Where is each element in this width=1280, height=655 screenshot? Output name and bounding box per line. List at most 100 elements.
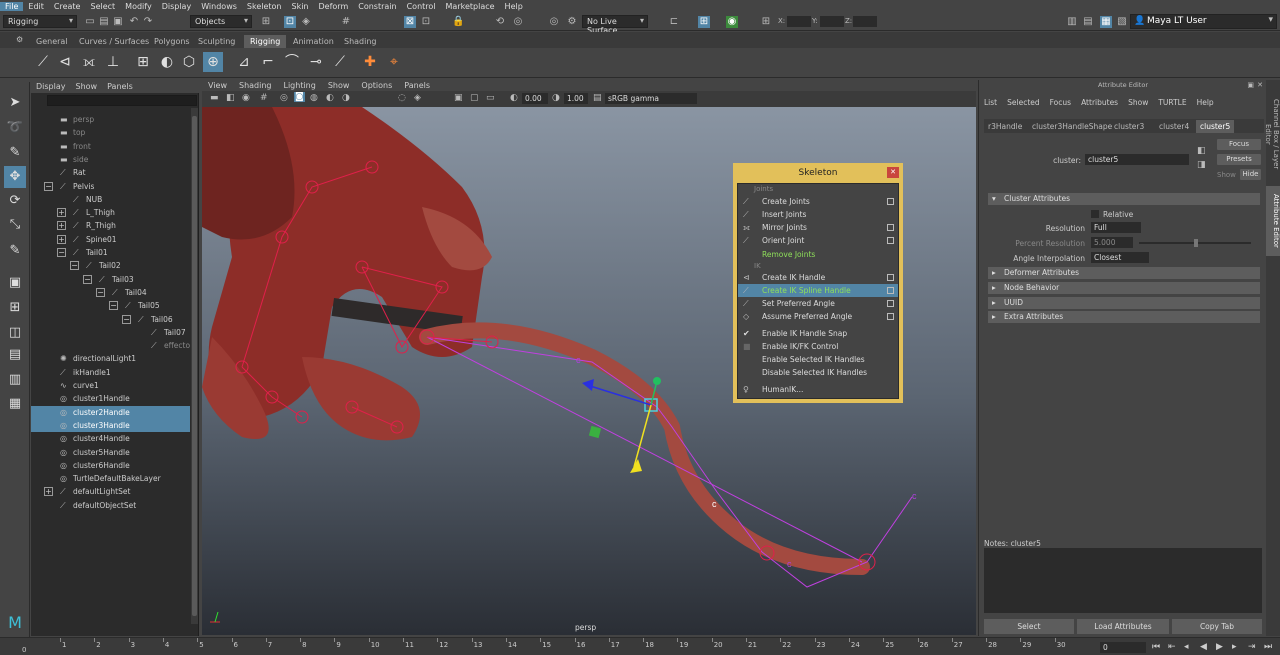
go-to-end-icon[interactable]: ⏭ (1264, 642, 1272, 652)
option-box-icon[interactable] (887, 274, 894, 281)
ik-spline-tool-icon[interactable]: ◐ (157, 52, 177, 72)
viewport-menu-view[interactable]: View (202, 80, 233, 91)
shelf-options-icon[interactable]: ⚙ (16, 35, 23, 44)
menu-help[interactable]: Help (500, 2, 528, 11)
lock-icon[interactable]: 🔒 (452, 16, 464, 28)
skeleton-menu-item-enable-ik-fk-control[interactable]: ■ Enable IK/FK Control (738, 340, 898, 353)
outliner-item-cluster3handle[interactable]: ◎ cluster3Handle (31, 418, 190, 432)
soft-select-icon[interactable]: ⊞ (698, 16, 710, 28)
menu-skeleton[interactable]: Skeleton (242, 2, 287, 11)
move-tool-icon[interactable]: ✥ (4, 166, 26, 188)
four-pane-layout-icon[interactable]: ⊞ (4, 297, 26, 319)
ipr-render-icon[interactable]: ◎ (548, 16, 560, 28)
wireframe-icon[interactable]: ◎ (280, 93, 288, 103)
menu-modify[interactable]: Modify (120, 2, 157, 11)
outliner-item-cluster4handle[interactable]: ◎ cluster4Handle (31, 432, 190, 445)
menu-display[interactable]: Display (157, 2, 197, 11)
option-box-icon[interactable] (887, 224, 894, 231)
outliner-item-curve1[interactable]: ∿ curve1 (31, 379, 190, 392)
menu-create[interactable]: Create (49, 2, 86, 11)
color-management-icon[interactable]: ▤ (593, 93, 602, 103)
menu-marketplace[interactable]: Marketplace (441, 2, 500, 11)
hide-button[interactable]: Hide (1240, 169, 1261, 180)
exposure-icon[interactable]: ◐ (510, 93, 518, 103)
ae-tab-cluster5[interactable]: cluster5 (1196, 120, 1235, 133)
focus-output-icon[interactable]: ◨ (1197, 160, 1206, 170)
tab-attribute-editor[interactable]: Attribute Editor (1266, 186, 1280, 256)
expand-icon[interactable]: + (57, 221, 66, 231)
ae-menu-help[interactable]: Help (1192, 97, 1219, 109)
orient-joint-tool-icon[interactable]: ⊥ (103, 52, 123, 72)
skeleton-menu-item-set-preferred-angle[interactable]: ⟋ Set Preferred Angle (738, 297, 898, 310)
ae-menu-turtle[interactable]: TURTLE (1153, 97, 1191, 109)
step-forward-key-icon[interactable]: ⇥ (1248, 642, 1256, 652)
menu-edit[interactable]: Edit (23, 2, 49, 11)
current-frame-field[interactable]: 0 (1100, 642, 1146, 653)
gamma-icon[interactable]: ◑ (552, 93, 560, 103)
scale-tool-icon[interactable]: ⤡ (4, 214, 26, 236)
outliner-item-tail02[interactable]: − ⟋ Tail02 (31, 259, 190, 272)
outliner-item-turtledefaultbakelayer[interactable]: ◎ TurtleDefaultBakeLayer (31, 472, 190, 485)
create-joints-tool-icon[interactable]: ⟋ (33, 52, 53, 72)
shelf-tab-sculpting[interactable]: Sculpting (192, 35, 241, 48)
notes-field[interactable] (984, 548, 1262, 613)
viewport-menu-lighting[interactable]: Lighting (277, 80, 321, 91)
ae-menu-show[interactable]: Show (1123, 97, 1153, 109)
outliner-item-tail03[interactable]: − ⟋ Tail03 (31, 273, 190, 286)
focus-input-icon[interactable]: ◧ (1197, 146, 1206, 156)
ae-menu-selected[interactable]: Selected (1002, 97, 1045, 109)
collapse-icon[interactable]: − (96, 287, 105, 297)
user-account-dropdown[interactable]: 👤 Maya LT User (1130, 14, 1277, 29)
outliner-menu-display[interactable]: Display (31, 80, 71, 93)
render-icon[interactable]: ◎ (512, 16, 524, 28)
step-forward-frame-icon[interactable]: ▸ (1232, 642, 1237, 652)
expand-icon[interactable]: + (57, 208, 66, 218)
history-icon[interactable]: ⟲ (494, 16, 506, 28)
menu-select[interactable]: Select (85, 2, 120, 11)
paint-skin-weights-icon[interactable]: ⊕ (203, 52, 223, 72)
collapse-icon[interactable]: − (70, 261, 79, 271)
sidebar-toggle-icon[interactable]: ▥ (1066, 16, 1078, 28)
transform-mode-icon[interactable]: ⊞ (760, 16, 772, 28)
shadows-icon[interactable]: ◑ (342, 93, 350, 103)
collapse-icon[interactable]: − (44, 181, 53, 191)
menu-windows[interactable]: Windows (196, 2, 242, 11)
ae-tab-cluster3handleshape[interactable]: cluster3HandleShape (1028, 120, 1116, 133)
undo-icon[interactable]: ↶ (128, 16, 140, 28)
option-box-icon[interactable] (887, 300, 894, 307)
tool-settings-icon[interactable]: ▧ (1116, 16, 1128, 28)
menu-set-dropdown[interactable]: Rigging (3, 15, 77, 28)
skeleton-menu-item-create-ik-handle[interactable]: ⊲ Create IK Handle (738, 271, 898, 284)
outliner-item-tail07[interactable]: ⟋ Tail07 (31, 326, 190, 339)
viewport-menu-shading[interactable]: Shading (233, 80, 278, 91)
copy-tab-button[interactable]: Copy Tab (1172, 619, 1262, 634)
lights-icon[interactable]: ◐ (326, 93, 334, 103)
camera-attributes-icon[interactable]: ◧ (226, 93, 235, 103)
select-object-mode-icon[interactable]: ⊡ (284, 16, 296, 28)
outliner-item-directionallight1[interactable]: ✺ directionalLight1 (31, 352, 190, 365)
outliner-menu-show[interactable]: Show (71, 80, 103, 93)
go-to-start-icon[interactable]: ⏮ (1152, 642, 1160, 652)
node-name-field[interactable]: cluster5 (1085, 154, 1189, 165)
select-tool-icon[interactable]: ➤ (4, 92, 26, 114)
skeleton-menu-item-disable-selected-ik-handles[interactable]: Disable Selected IK Handles (738, 366, 898, 379)
skeleton-menu-item-humanik[interactable]: ♀ HumanIK... (738, 383, 898, 396)
persp-outliner-layout-icon[interactable]: ▥ (4, 369, 26, 391)
outliner-item-tail01[interactable]: − ⟋ Tail01 (31, 246, 190, 259)
camera-select-icon[interactable]: ▬ (210, 93, 219, 103)
skeleton-menu-item-mirror-joints[interactable]: ⟗ Mirror Joints (738, 221, 898, 234)
shelf-tab-shading[interactable]: Shading (338, 35, 383, 48)
snap-curve-icon[interactable]: ⊠ (404, 16, 416, 28)
menu-control[interactable]: Control (402, 2, 441, 11)
cluster-attributes-section[interactable]: Cluster Attributes (988, 193, 1260, 205)
percent-resolution-field[interactable]: 5.000 (1091, 237, 1133, 248)
outliner-item-effecto[interactable]: ⟋ effecto (31, 339, 190, 352)
percent-resolution-slider[interactable] (1139, 239, 1251, 247)
collapse-icon[interactable]: − (83, 274, 92, 284)
outliner-item-pelvis[interactable]: − ⟋ Pelvis (31, 180, 190, 193)
outliner-item-side[interactable]: ▬ side (31, 153, 190, 166)
outliner-item-spine01[interactable]: + ⟋ Spine01 (31, 233, 190, 246)
select-button[interactable]: Select (984, 619, 1074, 634)
attribute-editor-icon[interactable]: ▦ (1100, 16, 1112, 28)
collapse-icon[interactable]: − (122, 314, 131, 324)
